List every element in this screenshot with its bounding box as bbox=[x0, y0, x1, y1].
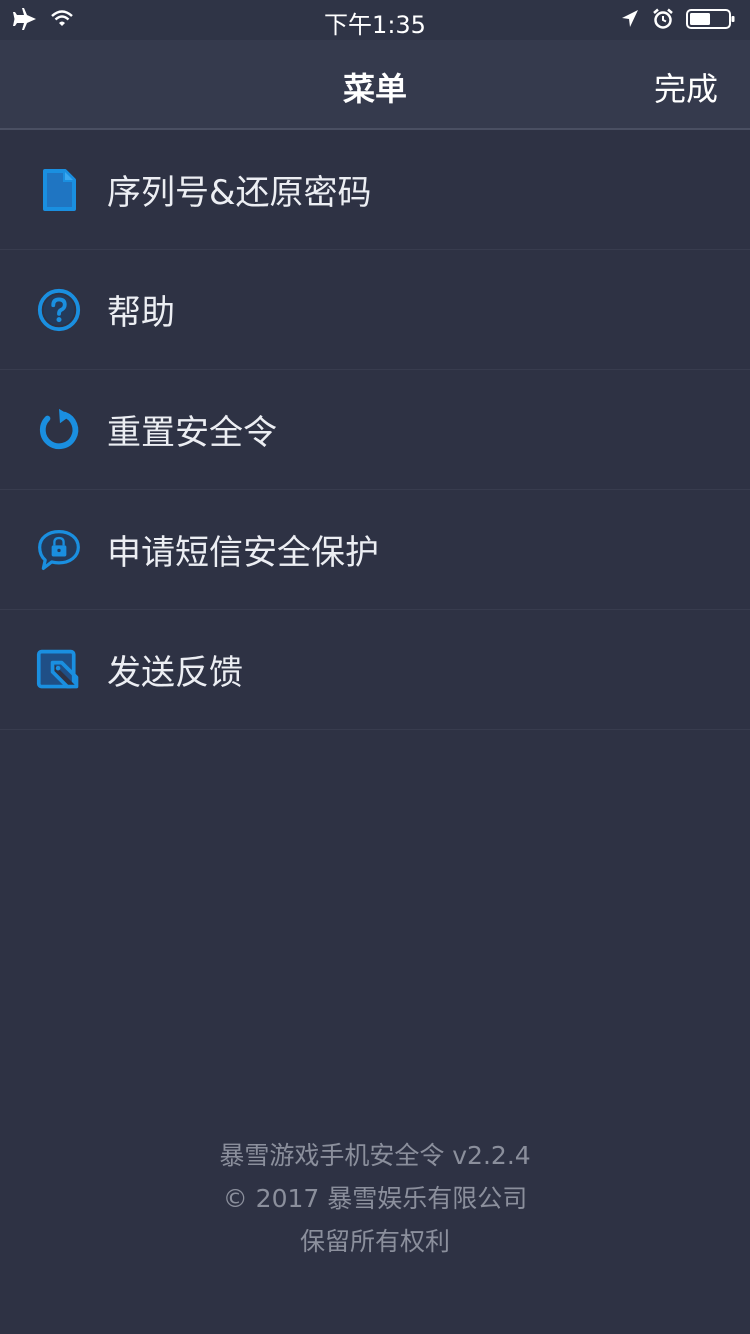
battery-icon bbox=[686, 7, 736, 35]
app-version-text: 暴雪游戏手机安全令 v2.2.4 bbox=[219, 1141, 531, 1170]
copyright-text: © 2017 暴雪娱乐有限公司 bbox=[222, 1184, 528, 1213]
page-title: 菜单 bbox=[342, 70, 407, 108]
sms-lock-icon bbox=[36, 527, 82, 573]
rights-reserved-text: 保留所有权利 bbox=[299, 1227, 450, 1256]
location-arrow-icon bbox=[620, 8, 640, 34]
menu-item-sms-protection[interactable]: 申请短信安全保护 bbox=[0, 490, 750, 610]
done-button[interactable]: 完成 bbox=[654, 64, 718, 110]
menu-item-serial-restore[interactable]: 序列号&还原密码 bbox=[0, 130, 750, 250]
menu-item-reset-authenticator[interactable]: 重置安全令 bbox=[0, 370, 750, 490]
document-icon bbox=[36, 167, 82, 213]
menu-item-help[interactable]: 帮助 bbox=[0, 250, 750, 370]
status-bar: 下午1:35 bbox=[0, 0, 750, 40]
menu-list: 序列号&还原密码 帮助 重置安全令 申请短信安全保护 发送反馈 bbox=[0, 130, 750, 730]
footer: 暴雪游戏手机安全令 v2.2.4 © 2017 暴雪娱乐有限公司 保留所有权利 bbox=[0, 1134, 750, 1263]
menu-item-label: 序列号&还原密码 bbox=[107, 173, 372, 213]
menu-item-label: 帮助 bbox=[107, 293, 175, 333]
feedback-icon bbox=[36, 647, 82, 693]
menu-item-label: 申请短信安全保护 bbox=[107, 533, 379, 573]
help-icon bbox=[36, 287, 82, 333]
status-bar-right bbox=[620, 7, 736, 35]
menu-item-label: 重置安全令 bbox=[107, 413, 277, 453]
reset-icon bbox=[36, 407, 82, 453]
alarm-icon bbox=[652, 8, 674, 34]
menu-item-send-feedback[interactable]: 发送反馈 bbox=[0, 610, 750, 730]
menu-item-label: 发送反馈 bbox=[107, 653, 243, 693]
navigation-bar: 菜单 完成 bbox=[0, 40, 750, 130]
